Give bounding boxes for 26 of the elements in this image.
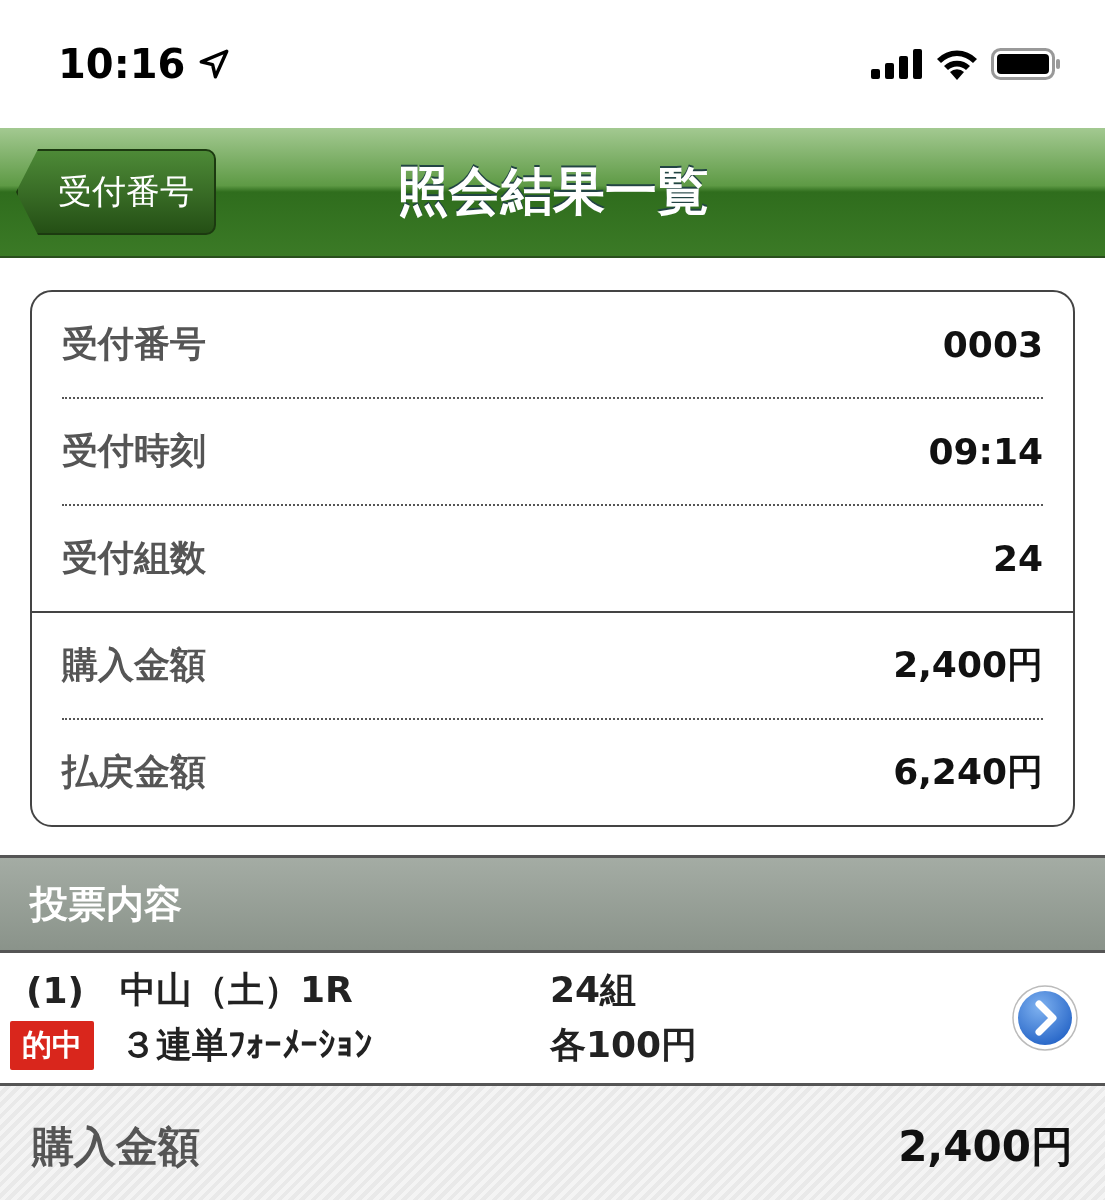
chevron-right-icon[interactable] bbox=[1011, 984, 1079, 1052]
back-button[interactable]: 受付番号 bbox=[16, 149, 216, 235]
race-name: 中山（土）1R bbox=[120, 968, 354, 1012]
summary-value: 2,400円 bbox=[893, 643, 1043, 687]
summary-label: 購入金額 bbox=[62, 643, 206, 687]
status-time: 10:16 bbox=[58, 41, 186, 87]
unit-amount: 各100円 bbox=[550, 1023, 699, 1067]
summary-value: 09:14 bbox=[928, 431, 1043, 472]
bet-number: (1) bbox=[25, 970, 85, 1011]
summary-value: 6,240円 bbox=[893, 750, 1043, 794]
hit-badge: 的中 bbox=[10, 1021, 94, 1070]
summary-label: 受付組数 bbox=[62, 536, 206, 580]
total-value: 2,400円 bbox=[898, 1121, 1073, 1173]
signal-icon bbox=[871, 49, 923, 79]
page-title: 照会結果一覧 bbox=[396, 160, 709, 223]
section-title: 投票内容 bbox=[30, 880, 182, 928]
summary-label: 払戻金額 bbox=[62, 750, 206, 794]
summary-label: 受付時刻 bbox=[62, 429, 206, 473]
bet-type: ３連単ﾌｫｰﾒｰｼｮﾝ bbox=[120, 1023, 373, 1067]
summary-value: 24 bbox=[992, 538, 1043, 579]
combination-count: 24組 bbox=[550, 968, 638, 1012]
wifi-icon bbox=[935, 48, 979, 80]
total-label: 購入金額 bbox=[32, 1121, 200, 1173]
battery-icon bbox=[991, 48, 1061, 80]
summary-value: 0003 bbox=[942, 324, 1043, 365]
summary-label: 受付番号 bbox=[62, 322, 206, 366]
